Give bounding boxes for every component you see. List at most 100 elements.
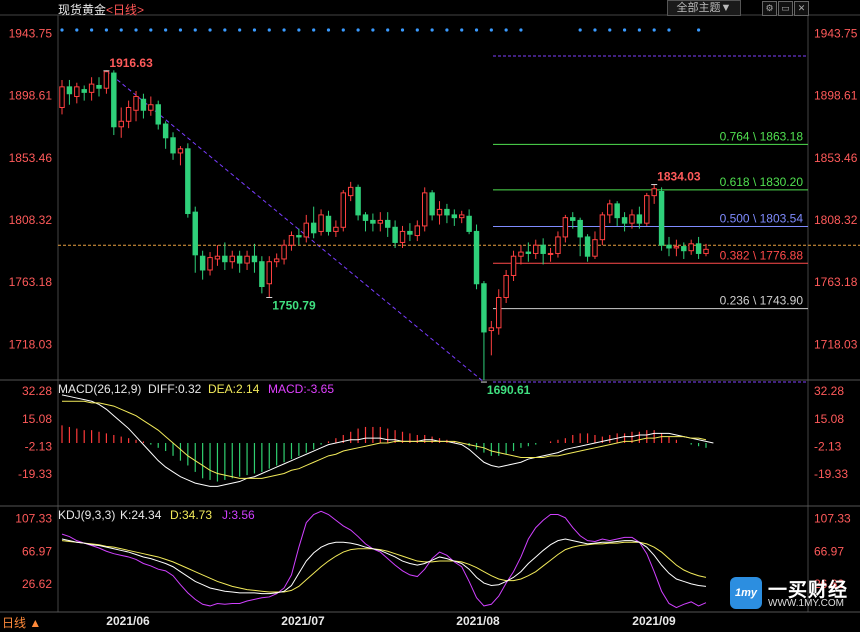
candle-body <box>133 95 139 111</box>
signal-dot <box>267 28 271 32</box>
candle-body <box>525 251 532 254</box>
settings-icon[interactable]: ⚙ <box>762 1 777 16</box>
candle-body <box>155 104 161 125</box>
signal-dot <box>622 28 627 32</box>
candle-body <box>584 236 591 257</box>
minimize-icon[interactable]: ▭ <box>778 1 793 16</box>
signal-dot <box>608 28 612 32</box>
candle-body <box>407 230 413 235</box>
candle-body <box>562 217 569 238</box>
kdj-k-line <box>61 538 707 595</box>
instrument-name: 现货黄金 <box>58 3 107 17</box>
signal-dot <box>519 28 523 32</box>
candle-body <box>111 72 117 128</box>
kdj-j-line <box>61 510 707 609</box>
candle-body <box>392 226 398 243</box>
kdj-j-value: J:3.56 <box>222 508 255 522</box>
kdj-y-tick-left: 107.33 <box>15 511 52 525</box>
main-y-tick-left: 1853.46 <box>9 151 53 165</box>
candle-body <box>103 71 110 89</box>
candle-body <box>310 222 317 234</box>
signal-dot <box>104 28 109 32</box>
candle-body <box>496 297 502 329</box>
candle-body <box>570 217 576 221</box>
candle-body <box>414 225 421 237</box>
signal-dot <box>578 28 582 32</box>
candle-body <box>244 255 250 264</box>
kdj-y-tick-right: 107.33 <box>814 511 851 525</box>
candle-body <box>651 188 657 197</box>
candle-body <box>333 226 339 232</box>
candle-body <box>421 192 428 227</box>
x-axis-label: 2021/09 <box>632 614 676 628</box>
trend-line <box>106 70 485 383</box>
candle-body <box>177 148 184 154</box>
candle-body <box>362 214 369 221</box>
signal-dot <box>489 28 493 32</box>
candle-body <box>436 208 443 216</box>
main-y-tick-right: 1898.61 <box>814 89 858 103</box>
logo: 1my 一买财经 WWW.1MY.COM <box>728 574 858 614</box>
instrument-header: 现货黄金<日线> <box>58 1 144 18</box>
candle-body <box>658 190 665 246</box>
candle-body <box>399 230 406 243</box>
candle-body <box>251 255 258 263</box>
main-y-tick-left: 1763.18 <box>9 275 53 289</box>
signal-dot <box>430 28 434 32</box>
macd-y-tick-right: -19.33 <box>814 467 848 481</box>
candle-body <box>296 235 302 238</box>
candle-body <box>81 89 87 93</box>
signal-dot <box>460 28 464 32</box>
fib-level-label: 0.382 \ 1776.88 <box>720 248 804 262</box>
macd-y-tick-left: -2.13 <box>25 439 53 453</box>
candle-body <box>540 244 546 254</box>
candle-body <box>303 222 309 238</box>
chart-canvas: 1943.75 1943.75 1898.61 1898.61 1853.46 1853.… <box>0 14 860 630</box>
candle-body <box>125 107 132 122</box>
candle-body <box>384 219 391 228</box>
period-tab[interactable]: 日线 ▲ <box>2 616 41 630</box>
signal-dot <box>445 28 449 32</box>
price-point-label: 1834.03 <box>657 170 701 184</box>
candle-body <box>118 120 124 128</box>
close-icon[interactable]: ✕ <box>794 1 809 16</box>
candle-body <box>607 203 613 216</box>
candle-body <box>162 123 169 139</box>
candle-body <box>148 104 154 111</box>
macd-y-tick-right: -2.13 <box>814 439 842 453</box>
main-y-tick-left: 1943.75 <box>9 26 53 40</box>
theme-select[interactable]: 全部主题▼ <box>667 0 741 16</box>
candle-body <box>599 214 606 241</box>
x-axis-label: 2021/07 <box>281 614 325 628</box>
main-y-tick-left: 1718.03 <box>9 337 53 351</box>
candle-body <box>88 83 95 93</box>
candle-body <box>547 252 554 255</box>
candle-body <box>236 255 243 264</box>
signal-dot <box>223 28 227 32</box>
main-y-tick-right: 1763.18 <box>814 275 858 289</box>
macd-y-tick-left: 15.08 <box>22 412 52 426</box>
kdj-title: KDJ(9,3,3) <box>58 508 115 522</box>
signal-dot <box>75 28 79 32</box>
fib-level-label: 0.236 \ 1743.90 <box>720 294 804 308</box>
kdj-d-value: D:34.73 <box>170 508 212 522</box>
price-point-label: 1750.79 <box>272 299 316 313</box>
kdj-d-line <box>61 540 707 593</box>
signal-dot <box>415 28 419 32</box>
signal-dot <box>667 28 671 32</box>
candle-body <box>695 243 702 254</box>
main-y-tick-left: 1808.32 <box>9 213 53 227</box>
signal-dot <box>637 28 641 32</box>
kdj-y-tick-left: 26.62 <box>22 577 52 591</box>
candle-body <box>355 186 361 216</box>
signal-dot <box>90 28 94 32</box>
fib-level-label: 0.500 \ 1803.54 <box>720 212 804 226</box>
x-axis-label: 2021/06 <box>106 614 150 628</box>
candle-body <box>207 257 213 271</box>
signal-dot <box>652 28 656 32</box>
signal-dot <box>696 28 701 32</box>
signal-dot <box>119 28 123 32</box>
candle-body <box>59 86 65 108</box>
signal-dot <box>134 28 138 32</box>
candle-body <box>74 86 80 97</box>
